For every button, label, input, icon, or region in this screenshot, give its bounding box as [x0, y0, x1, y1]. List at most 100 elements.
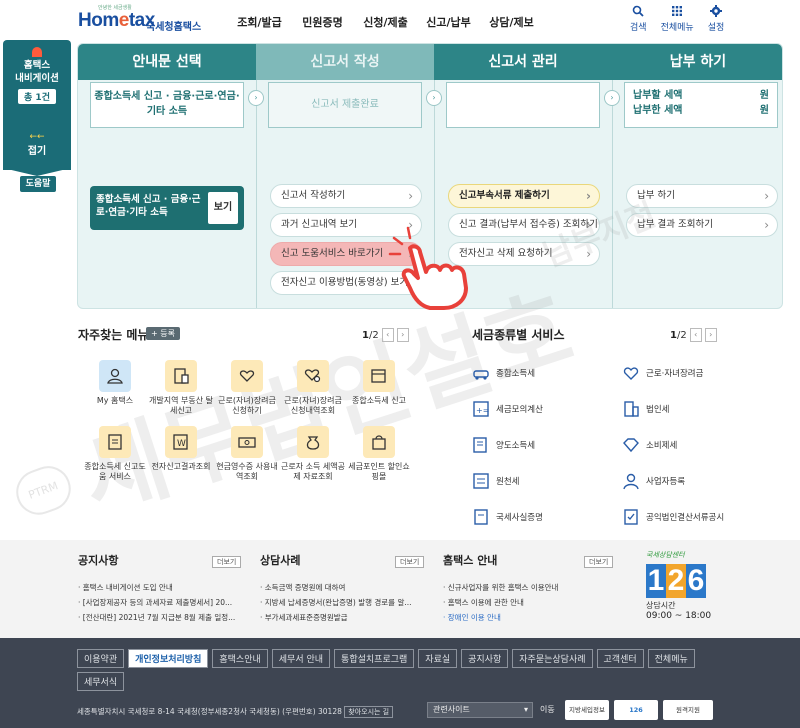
notice-item[interactable]: [전산대란] 2021년 7월 지급분 8월 제출 일정...: [78, 610, 248, 625]
next-page-button[interactable]: ›: [704, 328, 717, 342]
go-button[interactable]: 이동: [540, 704, 555, 715]
call-126-badge[interactable]: 126: [614, 700, 658, 720]
notice-item[interactable]: [사업장제공자 등의 과세자료 제출명세서] 20...: [78, 595, 248, 610]
tax-item-withholding-tax[interactable]: 원천세: [470, 468, 620, 494]
gnb-item-application[interactable]: 신청/제출: [354, 14, 417, 30]
guide-item[interactable]: 홈택스 이용에 관한 안내: [443, 595, 613, 610]
help-button[interactable]: 도움말: [20, 176, 56, 192]
guide-item[interactable]: 장애인 이용 안내: [443, 610, 613, 625]
tax-paid-unit: 원: [759, 105, 769, 116]
prev-page-button[interactable]: ‹: [689, 328, 702, 342]
footer-link[interactable]: 자주묻는상담사례: [512, 649, 593, 668]
gnb-item-certificate[interactable]: 민원증명: [291, 14, 354, 30]
notice-item[interactable]: 홈택스 내비게이션 도입 안내: [78, 580, 248, 595]
tax-due-label: 납부할 세액: [633, 90, 683, 101]
remote-support-badge[interactable]: 원격지원: [663, 700, 713, 720]
footer-link[interactable]: 홈택스안내: [212, 649, 268, 668]
tax-paid-row: 납부한 세액 원: [633, 103, 769, 118]
prev-page-button[interactable]: ‹: [381, 328, 394, 342]
tax-item-capital-gains[interactable]: 양도소득세: [470, 432, 620, 458]
gnb-item-consult[interactable]: 상담/제보: [480, 14, 543, 30]
fav-tax-point-mall[interactable]: 세금포인트 할인쇼핑몰: [346, 426, 412, 482]
hometax-logo[interactable]: 안녕한 세금생활 Hometax 국세청홈택스: [78, 4, 208, 34]
tax-item-corporate-tax[interactable]: 법인세: [620, 396, 770, 422]
fav-earned-income-apply[interactable]: 근로(자녀)장려금 신청하기: [214, 360, 280, 416]
guide-view-button[interactable]: 보기: [208, 192, 238, 224]
search-button[interactable]: 검색: [630, 5, 647, 33]
local-tax-badge[interactable]: 지방세입정보: [565, 700, 609, 720]
car-icon: [473, 370, 489, 380]
tax-item-business-registration[interactable]: 사업자등록: [620, 468, 770, 494]
footer-link[interactable]: 세무서식: [77, 672, 125, 691]
gnb-item-filing[interactable]: 신고/납부: [417, 14, 480, 30]
related-sites-select[interactable]: 관련사이트: [427, 702, 533, 718]
navi-title-2: 내비게이션: [15, 73, 59, 84]
pointing-hand-icon: [388, 226, 468, 310]
navi-title-1: 홈택스: [23, 60, 51, 71]
directions-link[interactable]: 찾아오시는 길: [344, 706, 394, 718]
tax-item-earned-income-credit[interactable]: 근로·자녀장려금: [620, 360, 770, 386]
submit-attachments-button[interactable]: 신고부속서류 제출하기: [448, 184, 600, 208]
footer-link[interactable]: 세무서 안내: [271, 649, 331, 668]
fav-e-filing-result[interactable]: W 전자신고결과조회: [148, 426, 214, 482]
grid-icon: [672, 6, 683, 16]
return-status-text: 신고서 제출완료: [311, 99, 379, 110]
selected-guide-box[interactable]: 종합소득세 신고 · 금융·근로·연금·기타 소득: [90, 82, 244, 128]
fav-tax-deduction-data[interactable]: 근로자 소득 세액공제 자료조회: [280, 426, 346, 482]
footer-link[interactable]: 이용약관: [77, 649, 125, 668]
write-return-button[interactable]: 신고서 작성하기: [270, 184, 422, 208]
consult-item[interactable]: 소득금액 증명원에 대하여: [260, 580, 430, 595]
add-favorite-button[interactable]: + 등록: [146, 327, 180, 340]
footer: 이용약관 개인정보처리방침 홈택스안내 세무서 안내 통합설치프로그램 자료실 …: [0, 638, 800, 728]
favorites-page: 1/2: [362, 329, 379, 341]
pay-button[interactable]: 납부 하기: [626, 184, 778, 208]
footer-link[interactable]: 통합설치프로그램: [334, 649, 415, 668]
tax-item-tax-calculator[interactable]: += 세금모의계산: [470, 396, 620, 422]
step-arrow-icon: ›: [604, 90, 620, 106]
report-icon: W: [165, 426, 197, 458]
favorites-pager: 1/2 ‹ ›: [362, 328, 409, 342]
navi-count-badge[interactable]: 총 1건: [18, 89, 56, 104]
fav-real-estate-report[interactable]: 개발지역 부동산 탈세신고: [148, 360, 214, 416]
contract-icon: [473, 437, 487, 453]
building-icon: [165, 360, 197, 392]
guide-more-button[interactable]: 더보기: [584, 556, 614, 568]
office-building-icon: [624, 401, 639, 417]
footer-link[interactable]: 고객센터: [596, 649, 644, 668]
guide-card-text: 종합소득세 신고 · 금융·근로·연금·기타 소득: [96, 194, 201, 218]
all-menu-button[interactable]: 전체메뉴: [661, 5, 694, 33]
call-center-tag: 국세상담센터: [646, 551, 685, 559]
consult-item[interactable]: 지방세 납세증명서(완납증명) 발행 경로를 알...: [260, 595, 430, 610]
tax-item-public-interest-disclosure[interactable]: 공익법인결산서류공시: [620, 504, 770, 530]
search-label: 검색: [630, 23, 647, 33]
gnb-item-inquiry[interactable]: 조회/발급: [228, 14, 291, 30]
fav-income-tax-help[interactable]: 종합소득세 신고도움 서비스: [82, 426, 148, 482]
footer-link-privacy[interactable]: 개인정보처리방침: [128, 649, 209, 668]
all-menu-label: 전체메뉴: [660, 23, 694, 33]
fav-cash-receipt[interactable]: 현금영수증 사용내역조회: [214, 426, 280, 482]
guide-item[interactable]: 신규사업자를 위한 홈택스 이용안내: [443, 580, 613, 595]
tax-item-income-tax[interactable]: 종합소득세: [470, 360, 620, 386]
footer-link[interactable]: 전체메뉴: [647, 649, 695, 668]
tax-service-title: 세금종류별 서비스: [472, 328, 565, 342]
fav-income-tax-filing[interactable]: 종합소득세 신고: [346, 360, 412, 416]
tax-item-consumption-tax[interactable]: 소비제세: [620, 432, 770, 458]
heart-search-icon: [297, 360, 329, 392]
footer-link[interactable]: 공지사항: [461, 649, 509, 668]
footer-link[interactable]: 자료실: [418, 649, 458, 668]
next-page-button[interactable]: ›: [396, 328, 409, 342]
navi-fold-button[interactable]: ←← 접기: [3, 126, 71, 170]
user-icon: [99, 360, 131, 392]
payment-menu: 납부 하기 납부 결과 조회하기: [626, 184, 778, 242]
consult-item[interactable]: 부가세과세표준증명원발급: [260, 610, 430, 625]
payment-result-button[interactable]: 납부 결과 조회하기: [626, 213, 778, 237]
fav-my-hometax[interactable]: My 홈택스: [82, 360, 148, 416]
step4-title: 납부 하기: [612, 44, 782, 80]
tax-item-tax-certificate[interactable]: 국세사실증명: [470, 504, 620, 530]
consult-more-button[interactable]: 더보기: [395, 556, 425, 568]
fav-earned-income-status[interactable]: 근로(자녀)장려금 신청내역조회: [280, 360, 346, 416]
settings-button[interactable]: 설정: [708, 5, 724, 33]
ledger-icon: [473, 473, 489, 489]
notice-more-button[interactable]: 더보기: [212, 556, 242, 568]
fold-arrow-icon: ←←: [29, 132, 45, 142]
